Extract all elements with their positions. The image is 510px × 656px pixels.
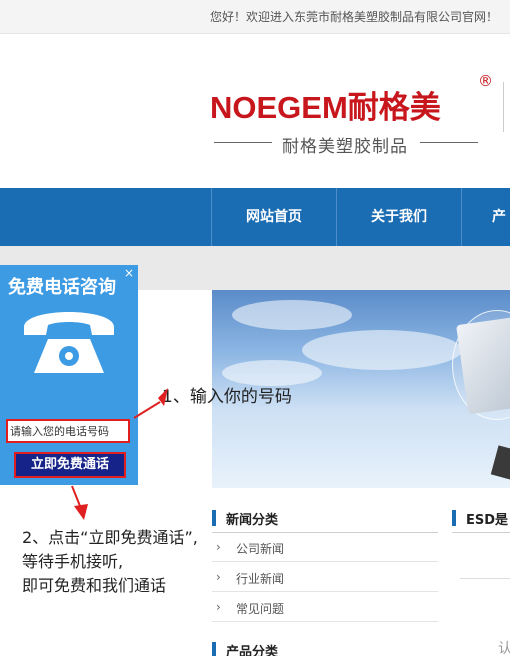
header: NOEGEM耐格美 ® 耐格美塑胶制品 [0,34,510,188]
news-category-header: 新闻分类 [212,506,438,533]
telephone-icon [24,312,114,373]
logo-subtitle: 耐格美塑胶制品 [282,137,408,157]
logo-divider-left [214,142,272,143]
top-bar: 您好！欢迎进入东莞市耐格美塑胶制品有限公司官网！ [0,0,510,34]
news-category-title: 新闻分类 [226,513,279,528]
free-call-button[interactable]: 立即免费通话 [14,452,126,478]
product-image-dark [490,445,510,485]
section-accent-bar [452,510,456,526]
product-category-title: 产品分类 [226,645,279,656]
step2-line: 2、点击“立即免费通话”, [22,528,198,547]
nav-item-about[interactable]: 关于我们 [336,188,461,246]
close-icon[interactable]: × [124,266,134,280]
logo-subtitle-row: 耐格美塑胶制品 [214,130,484,157]
company-logo[interactable]: NOEGEM耐格美 ® 耐格美塑胶制品 [210,72,500,182]
news-item-label[interactable]: 常见问题 [236,600,284,617]
phone-number-input[interactable] [6,419,130,443]
section-accent-bar [212,510,216,526]
nav-item-products[interactable]: 产 [461,188,510,246]
chevron-right-icon: › [216,540,221,554]
news-item-label[interactable]: 公司新闻 [236,540,284,557]
cloud-shape [232,300,352,330]
news-item-industry[interactable]: › 行业新闻 [212,562,438,592]
news-item-label[interactable]: 行业新闻 [236,570,284,587]
esd-header: ESD是 [452,506,510,533]
right-column-text: 认 [498,641,510,656]
logo-divider-right [420,142,478,143]
step2-line: 等待手机接听, [22,552,124,571]
step2-annotation: 2、点击“立即免费通话”, 等待手机接听, 即可免费和我们通话 [22,526,198,598]
section-accent-bar [212,642,216,656]
arrow-head [74,504,88,520]
arrow-line [71,485,81,507]
cloud-shape [302,330,462,370]
nav-item-home[interactable]: 网站首页 [211,188,336,246]
esd-title[interactable]: ESD是 [466,509,508,528]
news-item-company[interactable]: › 公司新闻 [212,532,438,562]
chevron-right-icon: › [216,600,221,614]
step1-annotation: 1、输入你的号码 [162,387,292,407]
product-category-header: 产品分类 [212,638,438,656]
main-nav: 网站首页 关于我们 产 [0,188,510,246]
chevron-right-icon: › [216,570,221,584]
welcome-text: 您好！欢迎进入东莞市耐格美塑胶制品有限公司官网！ [209,10,498,24]
news-item-faq[interactable]: › 常见问题 [212,592,438,622]
step2-line: 即可免费和我们通话 [22,576,167,595]
header-divider [503,82,504,132]
section-rule [452,532,510,533]
call-widget-title: 免费电话咨询 [8,277,116,298]
registered-mark: ® [478,72,493,90]
logo-brand: NOEGEM耐格美 [210,90,441,125]
esd-divider [460,578,510,579]
